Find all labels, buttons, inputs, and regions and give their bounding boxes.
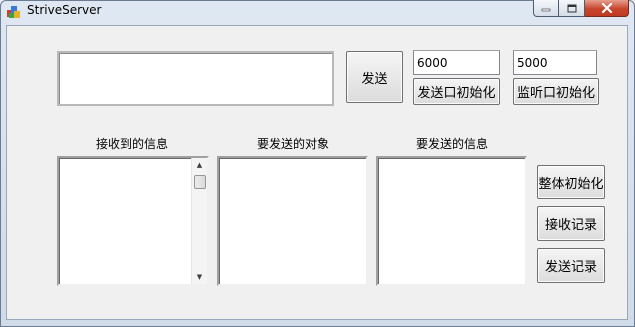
minimize-icon [541, 8, 551, 12]
send-button[interactable]: 发送 [346, 51, 403, 103]
received-messages-list[interactable]: ▲ ▼ [57, 156, 209, 286]
send-log-button[interactable]: 发送记录 [537, 248, 605, 283]
message-input[interactable] [57, 51, 334, 106]
maximize-icon [567, 4, 576, 12]
caption-buttons [533, 0, 629, 18]
send-target-list[interactable] [217, 156, 368, 286]
send-port-input[interactable] [413, 50, 500, 75]
target-list-label: 要发送的对象 [256, 137, 329, 151]
window-title: StriveServer [27, 3, 102, 17]
messages-to-send-list[interactable] [376, 156, 527, 286]
scroll-down-icon[interactable]: ▼ [192, 270, 207, 284]
listen-port-input[interactable] [513, 50, 597, 75]
scroll-up-icon[interactable]: ▲ [192, 158, 207, 172]
client-area: 发送 发送口初始化 监听口初始化 接收到的信息 要发送的对象 要发送的信息 ▲ … [6, 25, 628, 320]
to-send-list-label: 要发送的信息 [415, 137, 488, 151]
minimize-button[interactable] [533, 0, 559, 17]
scroll-thumb[interactable] [194, 175, 206, 189]
receive-log-button[interactable]: 接收记录 [537, 206, 605, 241]
received-list-scrollbar[interactable]: ▲ ▼ [191, 158, 207, 284]
close-icon [601, 3, 612, 13]
maximize-button[interactable] [559, 0, 585, 17]
init-all-button[interactable]: 整体初始化 [537, 165, 605, 199]
init-send-port-button[interactable]: 发送口初始化 [413, 78, 500, 105]
close-button[interactable] [585, 0, 629, 17]
init-listen-port-button[interactable]: 监听口初始化 [513, 78, 599, 105]
received-list-label: 接收到的信息 [95, 137, 168, 151]
title-bar[interactable]: StriveServer [0, 0, 635, 24]
app-icon [6, 4, 21, 19]
